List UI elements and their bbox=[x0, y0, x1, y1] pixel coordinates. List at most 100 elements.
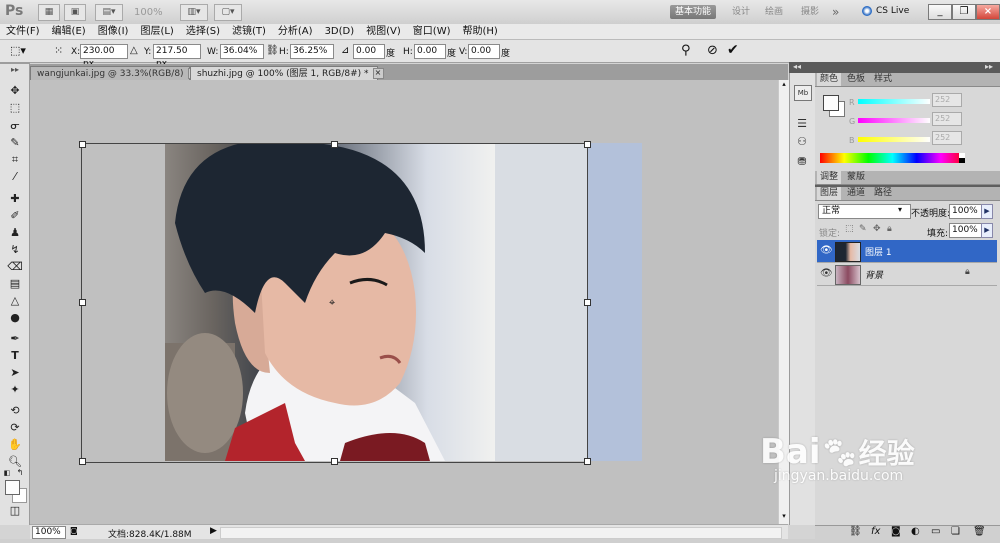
pen-tool-icon[interactable]: ✒ bbox=[6, 332, 24, 346]
info-panel-icon[interactable]: ⛃ bbox=[794, 155, 810, 169]
lock-transparency-icon[interactable]: ⬚ bbox=[845, 224, 854, 234]
eyedropper-tool-icon[interactable]: ⁄ bbox=[6, 170, 24, 184]
fill-slider-icon[interactable]: ▶ bbox=[981, 223, 993, 238]
shape-tool-icon[interactable]: ✦ bbox=[6, 383, 24, 397]
red-slider[interactable] bbox=[858, 99, 930, 104]
tab-shuzhi[interactable]: shuzhi.jpg @ 100% (图层 1, RGB/8#) * × bbox=[190, 66, 384, 81]
menu-3d[interactable]: 3D(D) bbox=[319, 24, 361, 39]
layer-style-icon[interactable]: fx bbox=[871, 526, 880, 537]
fill-input[interactable]: 100% bbox=[949, 223, 983, 238]
transform-bounding-box[interactable]: ⌖ bbox=[79, 141, 591, 465]
red-value[interactable]: 252 bbox=[932, 93, 962, 107]
menu-file[interactable]: 文件(F) bbox=[0, 24, 46, 39]
default-colors-icon[interactable]: ◧ bbox=[3, 466, 11, 480]
adjustment-layer-icon[interactable]: ◐ bbox=[911, 526, 920, 537]
path-select-tool-icon[interactable]: ➤ bbox=[6, 366, 24, 380]
layer-row-layer1[interactable]: 👁︎ 图层 1 bbox=[817, 240, 997, 263]
arrange-documents-button[interactable]: ▥▾ bbox=[180, 4, 208, 21]
brush-tool-icon[interactable]: ✐ bbox=[6, 209, 24, 223]
add-mask-icon[interactable]: ◙ bbox=[891, 526, 901, 537]
lock-pixels-icon[interactable]: ✎ bbox=[859, 224, 867, 234]
view-extras-button[interactable]: ▤▾ bbox=[95, 4, 123, 21]
bridge-button[interactable]: ▦ bbox=[38, 4, 60, 21]
menu-select[interactable]: 选择(S) bbox=[180, 24, 226, 39]
opacity-slider-icon[interactable]: ▶ bbox=[981, 204, 993, 219]
healing-brush-tool-icon[interactable]: ✚ bbox=[6, 192, 24, 206]
marquee-tool-icon[interactable]: ⬚ bbox=[6, 101, 24, 115]
expand-dock-icon[interactable]: ▸▸ bbox=[985, 62, 993, 71]
tab-wangjunkai[interactable]: wangjunkai.jpg @ 33.3%(RGB/8)× bbox=[30, 66, 199, 81]
opacity-input[interactable]: 100% bbox=[949, 204, 983, 219]
width-input[interactable]: 36.04% bbox=[220, 44, 264, 59]
tab-adjustments[interactable]: 调整 bbox=[817, 171, 842, 184]
scroll-down-icon[interactable]: ▾ bbox=[780, 512, 788, 522]
cslive-label[interactable]: CS Live bbox=[876, 6, 909, 16]
new-group-icon[interactable]: ▭ bbox=[931, 526, 940, 537]
mini-bridge-icon[interactable]: Mb bbox=[794, 85, 812, 101]
hand-tool-icon[interactable]: ✋ bbox=[6, 438, 24, 452]
transform-handle-bottom-left[interactable] bbox=[79, 458, 86, 465]
tab-styles[interactable]: 样式 bbox=[871, 73, 895, 86]
green-value[interactable]: 252 bbox=[932, 112, 962, 126]
delete-layer-icon[interactable]: 🗑︎ bbox=[973, 526, 986, 537]
status-preview-icon[interactable]: ◙ bbox=[70, 526, 80, 537]
quick-mask-icon[interactable]: ◫ bbox=[6, 504, 24, 518]
type-tool-icon[interactable]: T bbox=[6, 349, 24, 363]
close-button[interactable]: × bbox=[976, 4, 1000, 20]
reference-point-icon[interactable]: ⁙ bbox=[54, 44, 63, 57]
transform-handle-left[interactable] bbox=[79, 299, 86, 306]
collapse-tools-icon[interactable]: ▸▸ bbox=[6, 63, 24, 77]
lasso-tool-icon[interactable]: ᓂ bbox=[6, 119, 24, 133]
menu-filter[interactable]: 滤镜(T) bbox=[226, 24, 272, 39]
height-input[interactable]: 36.25% bbox=[290, 44, 334, 59]
x-input[interactable]: 230.00 px bbox=[80, 44, 128, 69]
warp-mode-icon[interactable]: ⚲ bbox=[681, 43, 691, 58]
swap-colors-icon[interactable]: ↰ bbox=[16, 466, 24, 480]
close-tab-icon[interactable]: × bbox=[372, 68, 384, 79]
cancel-transform-icon[interactable]: ⊘ bbox=[707, 43, 718, 58]
workspace-painting[interactable]: 绘画 bbox=[765, 5, 783, 19]
canvas-area[interactable]: ⌖ bbox=[30, 80, 778, 524]
menu-view[interactable]: 视图(V) bbox=[360, 24, 407, 39]
vskew-input[interactable]: 0.00 bbox=[468, 44, 500, 59]
blend-mode-dropdown-icon[interactable]: ▾ bbox=[898, 205, 902, 214]
restore-button[interactable]: ❐ bbox=[952, 4, 976, 20]
menu-layer[interactable]: 图层(L) bbox=[134, 24, 179, 39]
commit-transform-icon[interactable]: ✔ bbox=[727, 42, 739, 58]
transform-handle-bottom-right[interactable] bbox=[584, 458, 591, 465]
more-workspaces-icon[interactable]: » bbox=[832, 5, 839, 19]
mini-bridge-button[interactable]: ▣ bbox=[64, 4, 86, 21]
lock-all-icon[interactable]: 🔒︎ bbox=[887, 224, 892, 234]
workspace-essentials[interactable]: 基本功能 bbox=[670, 5, 717, 19]
status-zoom-input[interactable]: 100% bbox=[32, 526, 66, 539]
transform-handle-top-right[interactable] bbox=[584, 141, 591, 148]
angle-input[interactable]: 0.00 bbox=[353, 44, 385, 59]
minimize-button[interactable]: _ bbox=[928, 4, 952, 20]
blur-tool-icon[interactable]: △ bbox=[6, 294, 24, 308]
move-tool-icon[interactable]: ✥ bbox=[6, 84, 24, 98]
lock-position-icon[interactable]: ✥ bbox=[873, 224, 881, 234]
transform-handle-bottom[interactable] bbox=[331, 458, 338, 465]
menu-help[interactable]: 帮助(H) bbox=[457, 24, 504, 39]
layer-name[interactable]: 图层 1 bbox=[865, 245, 892, 258]
tab-swatches[interactable]: 色板 bbox=[844, 73, 868, 86]
3d-orbit-tool-icon[interactable]: ⟳ bbox=[6, 421, 24, 435]
tab-color[interactable]: 颜色 bbox=[817, 73, 842, 86]
history-panel-icon[interactable]: ☰ bbox=[794, 117, 810, 131]
tab-masks[interactable]: 蒙版 bbox=[844, 171, 868, 184]
clone-stamp-tool-icon[interactable]: ♟ bbox=[6, 226, 24, 240]
screen-mode-button[interactable]: ▢▾ bbox=[214, 4, 242, 21]
quick-select-tool-icon[interactable]: ✎ bbox=[6, 136, 24, 150]
hskew-input[interactable]: 0.00 bbox=[414, 44, 446, 59]
link-layers-icon[interactable]: ⛓ bbox=[849, 526, 862, 537]
link-icon[interactable]: ⛓ bbox=[266, 45, 279, 56]
color-foreground-swatch[interactable] bbox=[823, 95, 839, 111]
blue-value[interactable]: 252 bbox=[932, 131, 962, 145]
color-spectrum-bar[interactable] bbox=[820, 153, 965, 163]
3d-rotate-tool-icon[interactable]: ⟲ bbox=[6, 404, 24, 418]
tab-paths[interactable]: 路径 bbox=[871, 187, 895, 200]
scroll-up-icon[interactable]: ▴ bbox=[780, 80, 788, 90]
menu-analysis[interactable]: 分析(A) bbox=[272, 24, 319, 39]
y-input[interactable]: 217.50 px bbox=[153, 44, 201, 69]
transform-center-icon[interactable]: ⌖ bbox=[329, 296, 335, 310]
